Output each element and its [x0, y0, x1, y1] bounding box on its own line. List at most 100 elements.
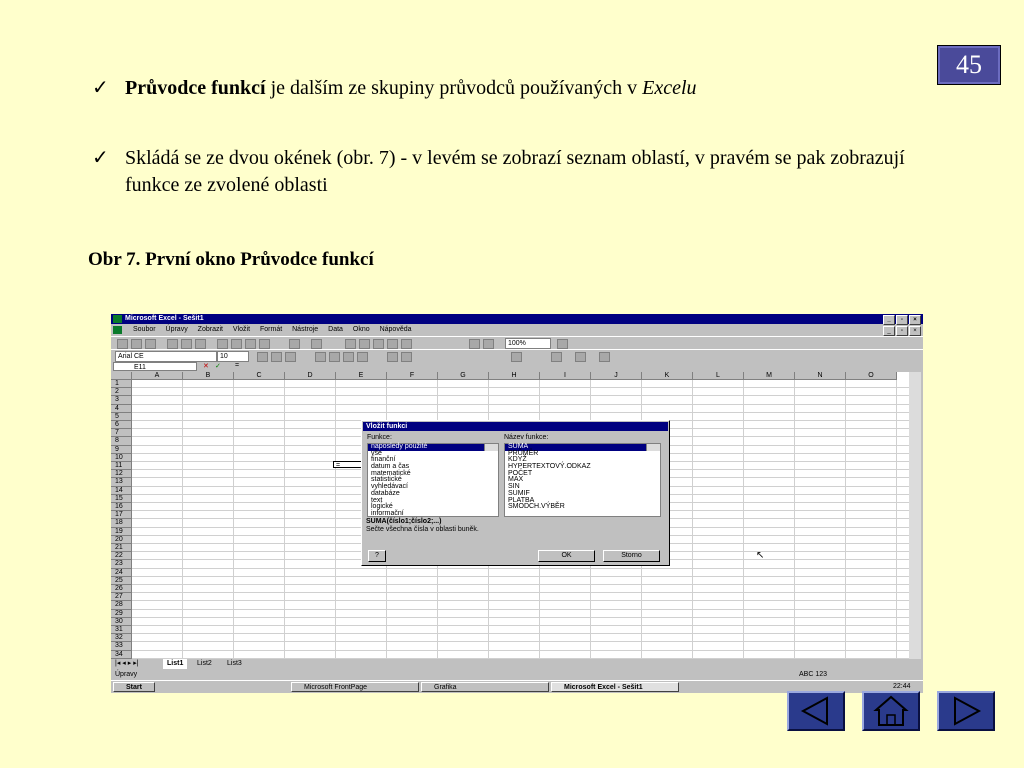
- row-header[interactable]: 17: [111, 511, 132, 520]
- function-list-scrollbar[interactable]: [646, 444, 660, 451]
- fill-color-icon[interactable]: [575, 352, 586, 362]
- row-header[interactable]: 9: [111, 445, 132, 454]
- sort-asc-icon[interactable]: [387, 339, 398, 349]
- column-header[interactable]: D: [285, 372, 336, 380]
- row-header[interactable]: 33: [111, 642, 132, 651]
- row-header[interactable]: 29: [111, 609, 132, 618]
- menu-data[interactable]: Data: [328, 326, 343, 333]
- row-header[interactable]: 7: [111, 429, 132, 438]
- column-header[interactable]: O: [846, 372, 897, 380]
- select-all-corner[interactable]: [111, 372, 132, 380]
- column-header[interactable]: C: [234, 372, 285, 380]
- align-right-icon[interactable]: [343, 352, 354, 362]
- cancel-button[interactable]: Storno: [603, 550, 660, 562]
- copy-icon[interactable]: [231, 339, 242, 349]
- italic-icon[interactable]: [271, 352, 282, 362]
- ok-button[interactable]: OK: [538, 550, 595, 562]
- paste-icon[interactable]: [245, 339, 256, 349]
- task-grafika[interactable]: Grafika: [421, 682, 549, 692]
- chart-wizard-icon[interactable]: [469, 339, 480, 349]
- cut-icon[interactable]: [217, 339, 228, 349]
- row-header[interactable]: 2: [111, 388, 132, 397]
- align-center-icon[interactable]: [329, 352, 340, 362]
- row-header[interactable]: 23: [111, 560, 132, 569]
- column-header[interactable]: M: [744, 372, 795, 380]
- menu-napoveda[interactable]: Nápověda: [380, 326, 412, 333]
- menu-format[interactable]: Formát: [260, 326, 282, 333]
- formula-input[interactable]: =: [235, 362, 239, 369]
- menu-nastroje[interactable]: Nástroje: [292, 326, 318, 333]
- column-header[interactable]: K: [642, 372, 693, 380]
- row-header[interactable]: 18: [111, 519, 132, 528]
- row-header[interactable]: 16: [111, 503, 132, 512]
- help-icon[interactable]: [557, 339, 568, 349]
- autosum-icon[interactable]: [359, 339, 370, 349]
- column-header[interactable]: H: [489, 372, 540, 380]
- active-cell[interactable]: =: [333, 461, 363, 469]
- row-header[interactable]: 25: [111, 576, 132, 585]
- menu-upravy[interactable]: Úpravy: [166, 326, 188, 333]
- underline-icon[interactable]: [285, 352, 296, 362]
- vertical-scrollbar[interactable]: [909, 372, 921, 659]
- font-color-icon[interactable]: [599, 352, 610, 362]
- save-icon[interactable]: [145, 339, 156, 349]
- row-header[interactable]: 6: [111, 421, 132, 430]
- column-header[interactable]: I: [540, 372, 591, 380]
- doc-close-button[interactable]: ×: [909, 326, 921, 336]
- doc-minimize-button[interactable]: _: [883, 326, 895, 336]
- enter-formula-icon[interactable]: ✓: [215, 362, 221, 370]
- align-left-icon[interactable]: [315, 352, 326, 362]
- drawing-icon[interactable]: [483, 339, 494, 349]
- borders-icon[interactable]: [551, 352, 562, 362]
- cancel-formula-icon[interactable]: ✕: [203, 362, 209, 370]
- percent-icon[interactable]: [401, 352, 412, 362]
- row-header[interactable]: 10: [111, 453, 132, 462]
- column-header[interactable]: N: [795, 372, 846, 380]
- close-button[interactable]: ×: [909, 315, 921, 325]
- row-header[interactable]: 5: [111, 412, 132, 421]
- task-excel[interactable]: Microsoft Excel - Sešit1: [551, 682, 679, 692]
- sheet-tab-list3[interactable]: List3: [227, 659, 242, 669]
- column-header[interactable]: G: [438, 372, 489, 380]
- font-select[interactable]: Arial CE: [115, 351, 217, 362]
- menu-okno[interactable]: Okno: [353, 326, 370, 333]
- hyperlink-icon[interactable]: [345, 339, 356, 349]
- function-list-item[interactable]: POČET: [505, 470, 660, 478]
- row-header[interactable]: 12: [111, 470, 132, 479]
- preview-icon[interactable]: [181, 339, 192, 349]
- menu-soubor[interactable]: Soubor: [133, 326, 156, 333]
- format-painter-icon[interactable]: [259, 339, 270, 349]
- menu-vlozit[interactable]: Vložit: [233, 326, 250, 333]
- function-list-item[interactable]: PRŮMĚR: [505, 450, 660, 458]
- column-header[interactable]: J: [591, 372, 642, 380]
- row-header[interactable]: 21: [111, 544, 132, 553]
- category-list-item[interactable]: informační: [368, 510, 498, 518]
- function-list-item[interactable]: MAX: [505, 477, 660, 484]
- doc-restore-button[interactable]: ▫: [896, 326, 908, 336]
- menu-zobrazit[interactable]: Zobrazit: [198, 326, 223, 333]
- print-icon[interactable]: [167, 339, 178, 349]
- maximize-button[interactable]: ▫: [896, 315, 908, 325]
- column-header[interactable]: L: [693, 372, 744, 380]
- indent-icon[interactable]: [511, 352, 522, 362]
- office-assistant-button[interactable]: ?: [368, 550, 386, 562]
- row-header[interactable]: 14: [111, 486, 132, 495]
- next-slide-button[interactable]: [937, 691, 995, 731]
- row-header[interactable]: 24: [111, 568, 132, 577]
- home-slide-button[interactable]: [862, 691, 920, 731]
- row-header[interactable]: 28: [111, 601, 132, 610]
- row-header[interactable]: 26: [111, 585, 132, 594]
- minimize-button[interactable]: _: [883, 315, 895, 325]
- row-header[interactable]: 34: [111, 650, 132, 659]
- font-size-select[interactable]: 10: [217, 351, 249, 362]
- column-header[interactable]: E: [336, 372, 387, 380]
- column-header[interactable]: A: [132, 372, 183, 380]
- bold-icon[interactable]: [257, 352, 268, 362]
- row-header[interactable]: 15: [111, 494, 132, 503]
- row-header[interactable]: 20: [111, 535, 132, 544]
- sheet-tab-list1[interactable]: List1: [163, 659, 188, 669]
- row-header[interactable]: 3: [111, 396, 132, 405]
- zoom-select[interactable]: 100%: [505, 338, 551, 349]
- category-list[interactable]: naposledy použité vše finanční datum a čas m…: [367, 443, 499, 517]
- task-frontpage[interactable]: Microsoft FrontPage: [291, 682, 419, 692]
